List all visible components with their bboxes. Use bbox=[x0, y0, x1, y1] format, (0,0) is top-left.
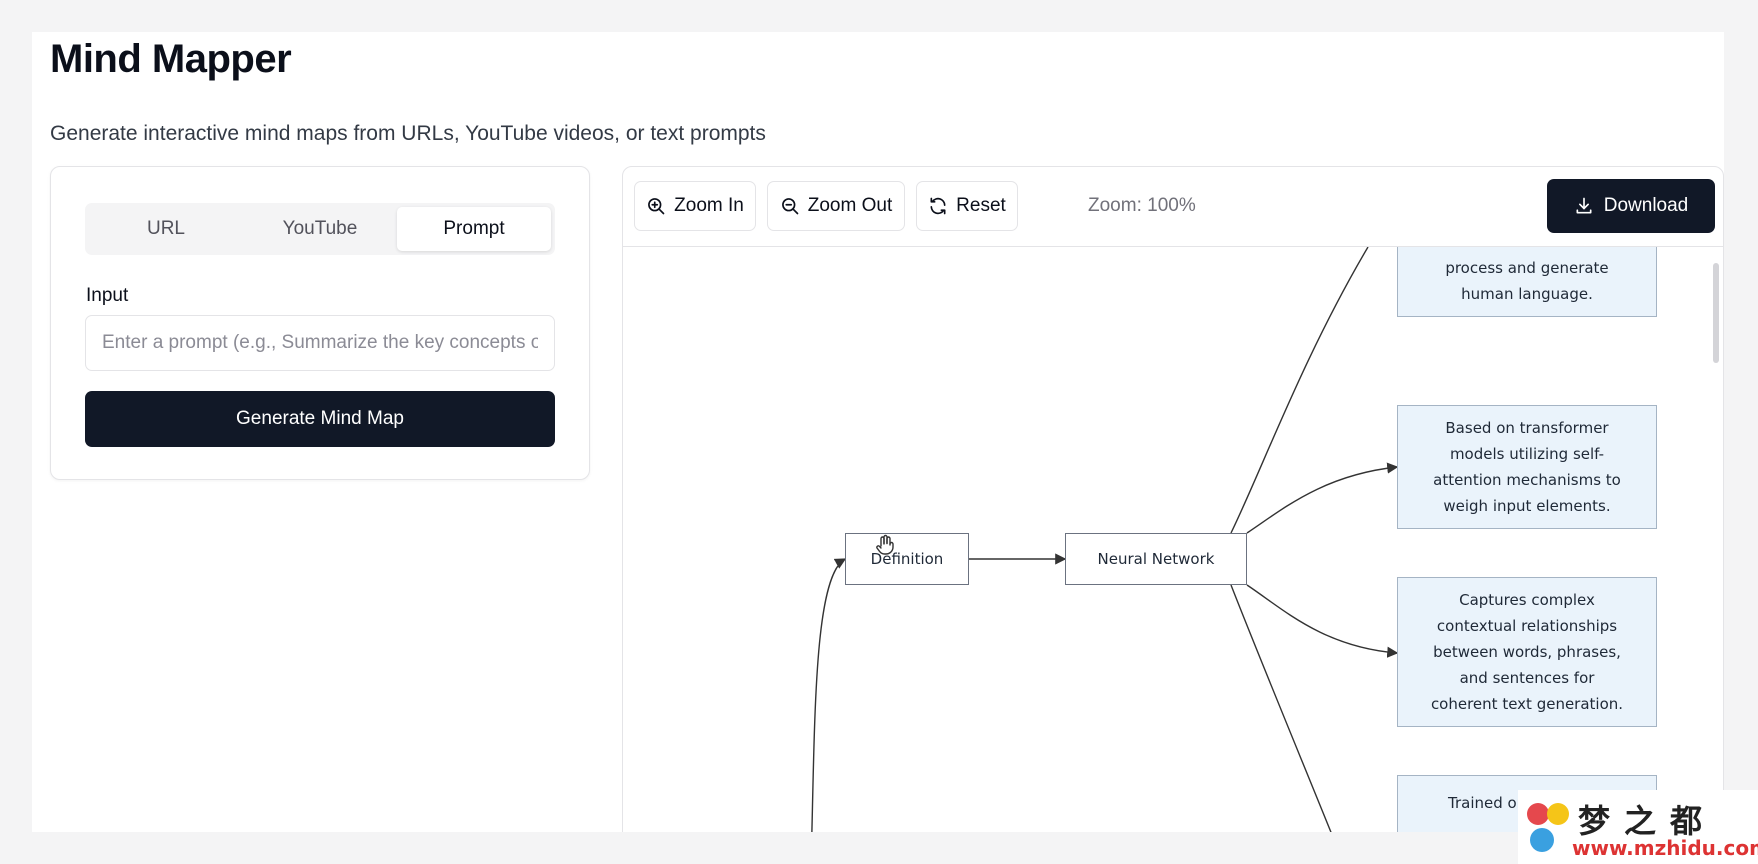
leaf-line: and sentences for bbox=[1459, 669, 1595, 687]
watermark: 梦之都 www.mzhidu.com bbox=[1518, 790, 1758, 864]
leaf-line: contextual relationships bbox=[1436, 617, 1618, 635]
mindmap-toolbar: Zoom In Zoom Out Reset Zoom: 100% Downlo… bbox=[623, 167, 1723, 247]
zoom-in-icon bbox=[648, 198, 665, 215]
leaf-line: Captures complex bbox=[1459, 591, 1595, 609]
node-definition[interactable]: Definition bbox=[845, 533, 969, 585]
app-page: Mind Mapper Generate interactive mind ma… bbox=[32, 32, 1724, 832]
generate-mind-map-button[interactable]: Generate Mind Map bbox=[85, 391, 555, 447]
node-leaf-transformer[interactable]: Based on transformer models utilizing se… bbox=[1397, 405, 1657, 529]
leaf-line: attention mechanisms to bbox=[1433, 471, 1621, 489]
download-button[interactable]: Download bbox=[1547, 179, 1715, 233]
download-label: Download bbox=[1603, 195, 1689, 216]
node-neural-network[interactable]: Neural Network bbox=[1065, 533, 1247, 585]
leaf-line: coherent text generation. bbox=[1430, 695, 1624, 713]
page-subtitle: Generate interactive mind maps from URLs… bbox=[50, 122, 766, 145]
reset-label: Reset bbox=[956, 195, 1006, 216]
zoom-level-readout: Zoom: 100% bbox=[1088, 195, 1196, 216]
zoom-out-icon bbox=[781, 198, 799, 215]
input-label: Input bbox=[86, 285, 129, 306]
tab-url[interactable]: URL bbox=[89, 207, 243, 251]
zoom-out-label: Zoom Out bbox=[807, 195, 893, 216]
leaf-line: weigh input elements. bbox=[1443, 497, 1611, 515]
download-icon bbox=[1576, 197, 1592, 214]
leaf-line: models utilizing self- bbox=[1449, 445, 1605, 463]
node-leaf-language[interactable]: process and generate human language. bbox=[1397, 247, 1657, 317]
edge-network-leaf4 bbox=[1230, 584, 1332, 832]
edge-network-leaf2 bbox=[1246, 462, 1399, 534]
zoom-out-button[interactable]: Zoom Out bbox=[767, 181, 905, 231]
hand-cursor-icon bbox=[876, 534, 894, 555]
tab-youtube[interactable]: YouTube bbox=[243, 207, 397, 251]
mindmap-card: Zoom In Zoom Out Reset Zoom: 100% Downlo… bbox=[622, 166, 1724, 832]
leaf-line: process and generate bbox=[1445, 259, 1609, 277]
leaf-line: between words, phrases, bbox=[1433, 643, 1621, 661]
refresh-icon bbox=[930, 197, 946, 215]
edge-root-definition bbox=[811, 558, 847, 832]
prompt-input[interactable] bbox=[85, 315, 555, 371]
node-leaf-context[interactable]: Captures complex contextual relationship… bbox=[1397, 577, 1657, 727]
mindmap-canvas[interactable]: Definition Neural Network process and ge… bbox=[623, 247, 1723, 832]
canvas-scrollbar[interactable] bbox=[1713, 263, 1719, 363]
leaf-line: Based on transformer bbox=[1445, 419, 1609, 437]
edge-network-leaf3 bbox=[1246, 584, 1399, 658]
reset-button[interactable]: Reset bbox=[916, 181, 1018, 231]
watermark-url: www.mzhidu.com bbox=[1572, 836, 1758, 860]
source-tabs: URL YouTube Prompt bbox=[85, 203, 555, 255]
input-card: URL YouTube Prompt Input Generate Mind M… bbox=[50, 166, 590, 480]
page-title: Mind Mapper bbox=[50, 37, 292, 81]
zoom-in-label: Zoom In bbox=[674, 195, 744, 216]
edge-network-leaf1 bbox=[1230, 247, 1369, 534]
leaf-line: Trained on bbox=[1448, 794, 1527, 812]
zoom-in-button[interactable]: Zoom In bbox=[634, 181, 756, 231]
tab-prompt[interactable]: Prompt bbox=[397, 207, 551, 251]
watermark-logo-icon bbox=[1527, 803, 1569, 852]
leaf-line: human language. bbox=[1461, 285, 1593, 303]
